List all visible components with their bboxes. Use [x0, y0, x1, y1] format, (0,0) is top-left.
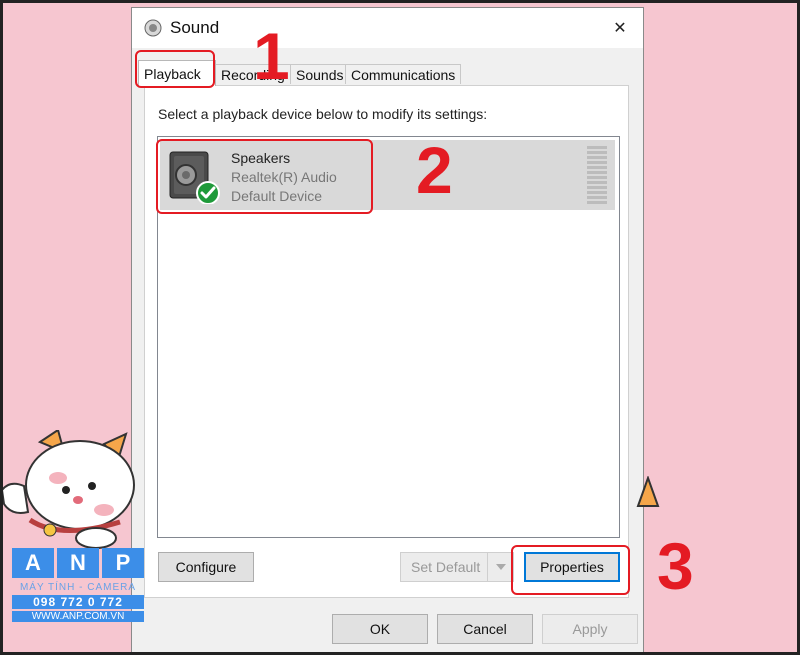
configure-button[interactable]: Configure: [158, 552, 254, 582]
tab-communications[interactable]: Communications: [345, 64, 461, 84]
close-button[interactable]: ✕: [597, 8, 643, 48]
step-number-2: 2: [416, 133, 453, 207]
volume-level-meter: [587, 146, 607, 204]
step-number-1: 1: [253, 19, 290, 93]
window-title: Sound: [170, 18, 220, 37]
apply-button[interactable]: Apply: [542, 614, 638, 644]
highlight-speakers-device: [156, 139, 373, 214]
title-bar: Sound ✕: [132, 8, 643, 48]
anp-logo: A N P: [12, 548, 144, 578]
tab-sounds[interactable]: Sounds: [290, 64, 346, 84]
step-number-3: 3: [657, 529, 694, 603]
chevron-down-icon[interactable]: [487, 553, 513, 581]
mascot-ear-decoration: [636, 476, 660, 507]
instruction-text: Select a playback device below to modify…: [158, 106, 488, 122]
watermark-website: WWW.ANP.COM.VN: [12, 611, 144, 622]
ok-button[interactable]: OK: [332, 614, 428, 644]
anp-watermark: A N P MÁY TÍNH - CAMERA 098 772 0 772 WW…: [12, 548, 144, 622]
speaker-app-icon: [144, 19, 162, 37]
highlight-playback-tab: [135, 50, 215, 88]
mascot-dog-illustration: [0, 430, 135, 549]
watermark-tagline: MÁY TÍNH - CAMERA: [19, 582, 137, 593]
close-icon: ✕: [613, 20, 627, 37]
highlight-properties-button: [511, 545, 630, 595]
set-default-button[interactable]: Set Default: [400, 552, 514, 582]
cancel-button[interactable]: Cancel: [437, 614, 533, 644]
watermark-phone: 098 772 0 772: [12, 595, 144, 609]
